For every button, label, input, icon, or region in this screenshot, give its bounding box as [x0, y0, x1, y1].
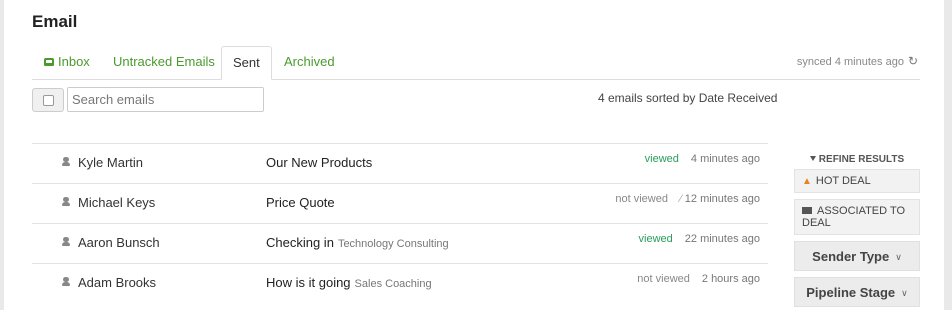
- sync-status: synced 4 minutes ago ↻: [797, 54, 918, 68]
- email-row[interactable]: Aaron Bunsch Checking in Technology Consu…: [32, 223, 768, 263]
- filter-label: ASSOCIATED TO DEAL: [802, 205, 906, 229]
- deal-tag: Sales Coaching: [354, 278, 432, 290]
- email-meta: viewed 22 minutes ago: [639, 233, 760, 245]
- filter-associated-to-deal[interactable]: ASSOCIATED TO DEAL: [794, 199, 920, 235]
- sender-name: Kyle Martin: [78, 155, 144, 170]
- person-icon: [62, 157, 70, 167]
- sort-info: 4 emails sorted by Date Received: [598, 91, 778, 105]
- email-list: Kyle Martin Our New Products viewed 4 min…: [32, 143, 768, 303]
- email-panel: Email Inbox Untracked Emails Sent Archiv…: [4, 0, 944, 310]
- tab-archived-label: Archived: [284, 54, 335, 69]
- email-row[interactable]: Kyle Martin Our New Products viewed 4 min…: [32, 143, 768, 183]
- refine-results-heading: REFINE RESULTS: [794, 154, 920, 165]
- paperclip-icon: ∕: [679, 193, 682, 205]
- sender-type-dropdown[interactable]: Sender Type ∨: [794, 241, 920, 271]
- person-icon: [62, 277, 70, 287]
- tab-untracked-emails[interactable]: Untracked Emails: [113, 46, 215, 80]
- filter-label: HOT DEAL: [815, 175, 871, 187]
- email-subject: Our New Products: [266, 155, 372, 170]
- checkbox-box: [43, 95, 54, 106]
- deal-badge-icon: [802, 207, 812, 214]
- email-subject: Checking in Technology Consulting: [266, 235, 449, 250]
- view-status: viewed: [638, 233, 673, 245]
- sender-name: Michael Keys: [78, 195, 156, 210]
- tab-archived[interactable]: Archived: [284, 46, 335, 80]
- sync-status-text: synced 4 minutes ago: [796, 56, 904, 68]
- sender-name: Aaron Bunsch: [78, 235, 160, 250]
- tab-sent-label: Sent: [233, 55, 260, 70]
- page-title: Email: [32, 12, 78, 31]
- subject-text: Checking in: [266, 235, 334, 250]
- deal-tag: Technology Consulting: [337, 238, 449, 250]
- flame-icon: ▲: [802, 176, 812, 187]
- person-icon: [62, 197, 70, 207]
- person-icon: [62, 237, 70, 247]
- dropdown-label: Sender Type: [812, 249, 890, 264]
- refine-sidebar: REFINE RESULTS ▲ HOT DEAL ASSOCIATED TO D…: [794, 154, 920, 310]
- email-meta: not viewed ∕ 12 minutes ago: [615, 193, 760, 205]
- subject-text: How is it going: [266, 275, 351, 290]
- email-time: 2 hours ago: [701, 273, 760, 285]
- email-row[interactable]: Adam Brooks How is it going Sales Coachin…: [32, 263, 768, 303]
- email-time: 4 minutes ago: [690, 153, 760, 165]
- sender-name: Adam Brooks: [78, 275, 157, 290]
- subject-text: Price Quote: [266, 195, 335, 210]
- email-time: 22 minutes ago: [684, 233, 760, 245]
- chevron-down-icon: ∨: [895, 252, 902, 262]
- filter-hot-deal[interactable]: ▲ HOT DEAL: [794, 169, 920, 193]
- search-input[interactable]: [67, 87, 264, 112]
- subject-text: Our New Products: [266, 155, 373, 170]
- email-subject: How is it going Sales Coaching: [266, 275, 432, 290]
- pipeline-stage-dropdown[interactable]: Pipeline Stage ∨: [794, 277, 920, 307]
- view-status: not viewed: [637, 273, 690, 285]
- view-status: viewed: [644, 153, 679, 165]
- email-time: 12 minutes ago: [684, 193, 760, 205]
- refresh-icon[interactable]: ↻: [908, 54, 918, 68]
- inbox-icon: [44, 58, 54, 66]
- tab-inbox[interactable]: Inbox: [44, 46, 90, 80]
- dropdown-label: Pipeline Stage: [806, 285, 896, 300]
- email-meta: not viewed 2 hours ago: [637, 273, 760, 285]
- refine-label: REFINE RESULTS: [818, 154, 905, 165]
- tab-inbox-label: Inbox: [58, 54, 90, 69]
- email-tabs: Inbox Untracked Emails Sent Archived: [32, 46, 920, 80]
- select-all-checkbox[interactable]: [32, 88, 64, 112]
- email-subject: Price Quote: [266, 195, 335, 210]
- chevron-down-icon: ∨: [901, 288, 908, 298]
- tab-sent[interactable]: Sent: [221, 46, 272, 80]
- tab-untracked-label: Untracked Emails: [113, 54, 215, 69]
- view-status: not viewed: [615, 193, 668, 205]
- filter-icon: [809, 156, 816, 161]
- email-meta: viewed 4 minutes ago: [645, 153, 760, 165]
- email-row[interactable]: Michael Keys Price Quote not viewed ∕ 12 m…: [32, 183, 768, 223]
